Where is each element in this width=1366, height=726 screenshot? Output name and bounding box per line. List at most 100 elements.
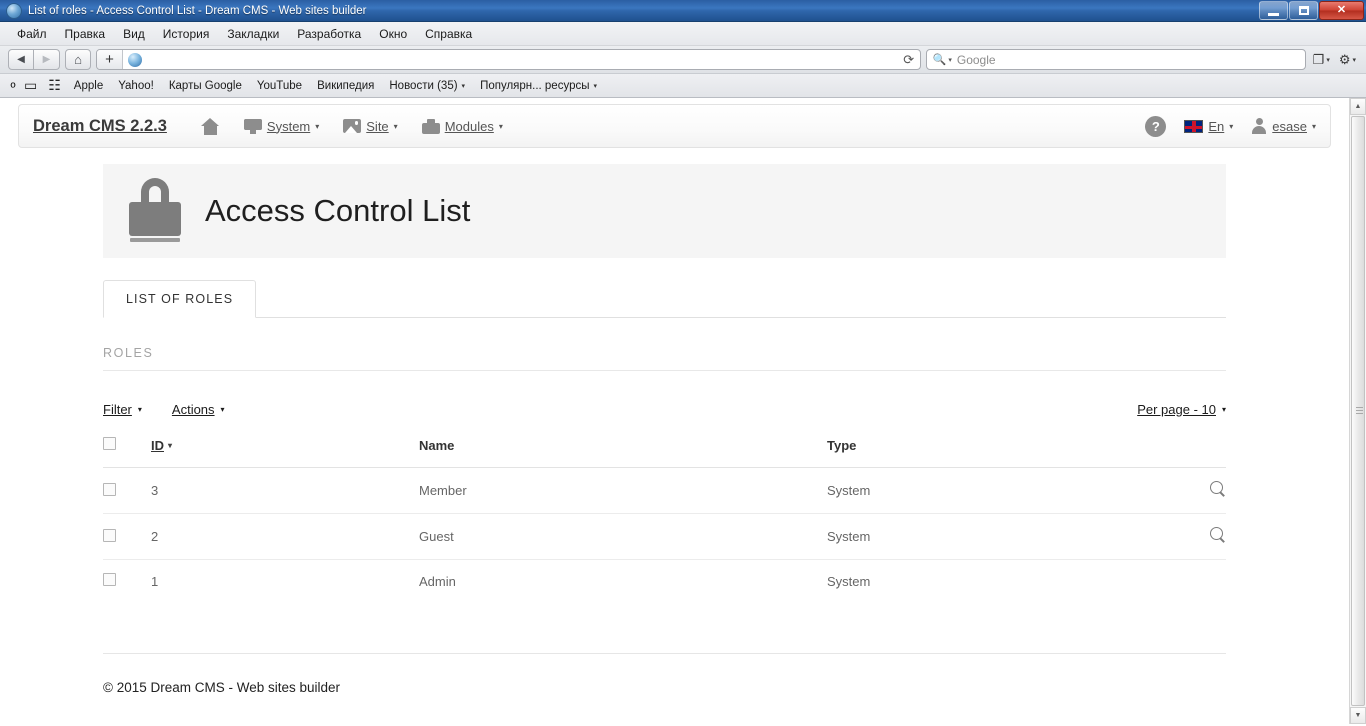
page-content: LIST OF ROLES ROLES Filter ▾ Actions ▾ P… xyxy=(103,280,1226,695)
address-input[interactable] xyxy=(146,50,898,69)
reader-button[interactable]: ❐ ▾ xyxy=(1311,52,1332,68)
column-header-id[interactable]: ID ▾ xyxy=(151,437,419,468)
nav-item-site-label: Site xyxy=(366,119,388,134)
forward-button[interactable]: ▶ xyxy=(34,49,60,70)
column-header-id-label: ID xyxy=(151,438,164,453)
navigation-buttons: ◀ ▶ xyxy=(8,49,60,70)
window-controls: ✕ xyxy=(1259,1,1364,20)
address-bar[interactable]: + ⟳ xyxy=(96,49,921,70)
table-row[interactable]: 1 Admin System xyxy=(103,560,1226,603)
select-all-checkbox[interactable] xyxy=(103,437,116,450)
menu-item-edit[interactable]: Правка xyxy=(56,25,115,43)
maximize-button[interactable] xyxy=(1289,1,1318,20)
row-actions-cell xyxy=(1156,468,1226,514)
menu-item-history[interactable]: История xyxy=(154,25,219,43)
bookmark-apple[interactable]: Apple xyxy=(67,78,110,94)
language-label: En xyxy=(1208,119,1224,134)
row-checkbox[interactable] xyxy=(103,483,116,496)
actions-dropdown[interactable]: Actions ▾ xyxy=(172,402,225,417)
scroll-down-button[interactable]: ▼ xyxy=(1350,707,1366,724)
browser-viewport: Dream CMS 2.2.3 System ▾ Site ▾ Modules … xyxy=(0,98,1366,724)
nav-item-system[interactable]: System ▾ xyxy=(232,119,331,134)
nav-item-modules[interactable]: Modules ▾ xyxy=(410,119,515,134)
view-role-magnifier-icon[interactable] xyxy=(1210,527,1226,543)
menu-item-file[interactable]: Файл xyxy=(8,25,56,43)
menu-item-bookmarks[interactable]: Закладки xyxy=(218,25,288,43)
bookmark-wikipedia[interactable]: Википедия xyxy=(310,78,381,94)
bookmark-folder-popular[interactable]: Популярн... ресурсы ▾ xyxy=(473,78,604,94)
nav-item-home[interactable] xyxy=(189,118,232,135)
padlock-icon xyxy=(129,178,181,244)
row-type-cell: System xyxy=(827,468,1156,514)
bookmark-youtube[interactable]: YouTube xyxy=(250,78,309,94)
row-checkbox[interactable] xyxy=(103,529,116,542)
chevron-down-icon: ▾ xyxy=(1326,56,1330,64)
page-title: Access Control List xyxy=(205,193,470,229)
page-scrollbar[interactable]: ▲ ▼ xyxy=(1349,98,1366,724)
bookmark-yahoo[interactable]: Yahoo! xyxy=(111,78,161,94)
table-header-row: ID ▾ Name Type xyxy=(103,437,1226,468)
row-id-cell: 2 xyxy=(151,514,419,560)
row-select-cell xyxy=(103,514,151,560)
table-row[interactable]: 3 Member System xyxy=(103,468,1226,514)
cms-navbar: Dream CMS 2.2.3 System ▾ Site ▾ Modules … xyxy=(18,104,1331,148)
menu-item-window[interactable]: Окно xyxy=(370,25,416,43)
row-select-cell xyxy=(103,468,151,514)
new-tab-button[interactable]: + xyxy=(97,50,123,69)
per-page-dropdown[interactable]: Per page - 10 ▾ xyxy=(1137,402,1226,417)
scrollbar-track[interactable] xyxy=(1350,115,1366,707)
top-sites-grid-icon[interactable]: ☷ xyxy=(43,75,66,96)
page-icon: ❐ xyxy=(1313,52,1325,68)
roles-table-body: 3 Member System 2 Guest System xyxy=(103,468,1226,603)
chevron-down-icon: ▾ xyxy=(138,405,142,414)
scrollbar-thumb[interactable] xyxy=(1351,116,1365,706)
reading-list-icon[interactable]: ͦͦ xyxy=(8,76,18,96)
view-role-magnifier-icon[interactable] xyxy=(1210,481,1226,497)
cms-brand-link[interactable]: Dream CMS 2.2.3 xyxy=(33,117,167,136)
bookmark-folder-news-label: Новости (35) xyxy=(389,80,457,92)
tab-list-of-roles[interactable]: LIST OF ROLES xyxy=(103,280,256,318)
search-icon: 🔍 xyxy=(933,53,947,66)
settings-button[interactable]: ⚙ ▾ xyxy=(1337,52,1358,68)
bookmark-folder-popular-label: Популярн... ресурсы xyxy=(480,80,589,92)
row-checkbox[interactable] xyxy=(103,573,116,586)
briefcase-icon xyxy=(422,119,440,134)
bookmarks-book-icon[interactable]: ▭ xyxy=(19,75,42,96)
reload-icon[interactable]: ⟳ xyxy=(898,52,920,68)
menu-item-develop[interactable]: Разработка xyxy=(288,25,370,43)
chevron-down-icon: ▾ xyxy=(1352,56,1356,64)
scroll-up-button[interactable]: ▲ xyxy=(1350,98,1366,115)
page-header-banner: Access Control List xyxy=(103,164,1226,258)
gear-icon: ⚙ xyxy=(1339,52,1351,68)
globe-favicon-icon xyxy=(128,53,142,67)
home-button[interactable]: ⌂ xyxy=(65,49,91,70)
search-engine-chevron-down-icon[interactable]: ▾ xyxy=(948,56,952,64)
filter-dropdown[interactable]: Filter ▾ xyxy=(103,402,142,417)
minimize-button[interactable] xyxy=(1259,1,1288,20)
actions-label: Actions xyxy=(172,402,215,417)
window-title: List of roles - Access Control List - Dr… xyxy=(28,5,367,17)
back-button[interactable]: ◀ xyxy=(8,49,34,70)
menu-item-help[interactable]: Справка xyxy=(416,25,481,43)
user-menu[interactable]: esase ▾ xyxy=(1251,118,1316,134)
nav-item-site[interactable]: Site ▾ xyxy=(331,119,409,134)
help-icon[interactable]: ? xyxy=(1145,116,1166,137)
column-header-name: Name xyxy=(419,437,827,468)
menu-item-view[interactable]: Вид xyxy=(114,25,154,43)
language-switcher[interactable]: En ▾ xyxy=(1184,119,1233,134)
close-button[interactable]: ✕ xyxy=(1319,1,1364,20)
chevron-down-icon: ▾ xyxy=(1312,122,1316,131)
search-bar[interactable]: 🔍 ▾ xyxy=(926,49,1306,70)
search-input[interactable] xyxy=(957,53,1299,67)
home-icon xyxy=(201,118,220,135)
table-row[interactable]: 2 Guest System xyxy=(103,514,1226,560)
bookmark-google-maps[interactable]: Карты Google xyxy=(162,78,249,94)
bookmark-folder-news[interactable]: Новости (35) ▾ xyxy=(382,78,472,94)
sort-descending-icon: ▾ xyxy=(168,441,172,450)
image-icon xyxy=(343,119,361,133)
per-page-label: Per page - 10 xyxy=(1137,402,1216,417)
row-name-cell: Member xyxy=(419,468,827,514)
table-footer-divider xyxy=(103,653,1226,654)
section-label-roles: ROLES xyxy=(103,346,1226,371)
column-header-type: Type xyxy=(827,437,1156,468)
